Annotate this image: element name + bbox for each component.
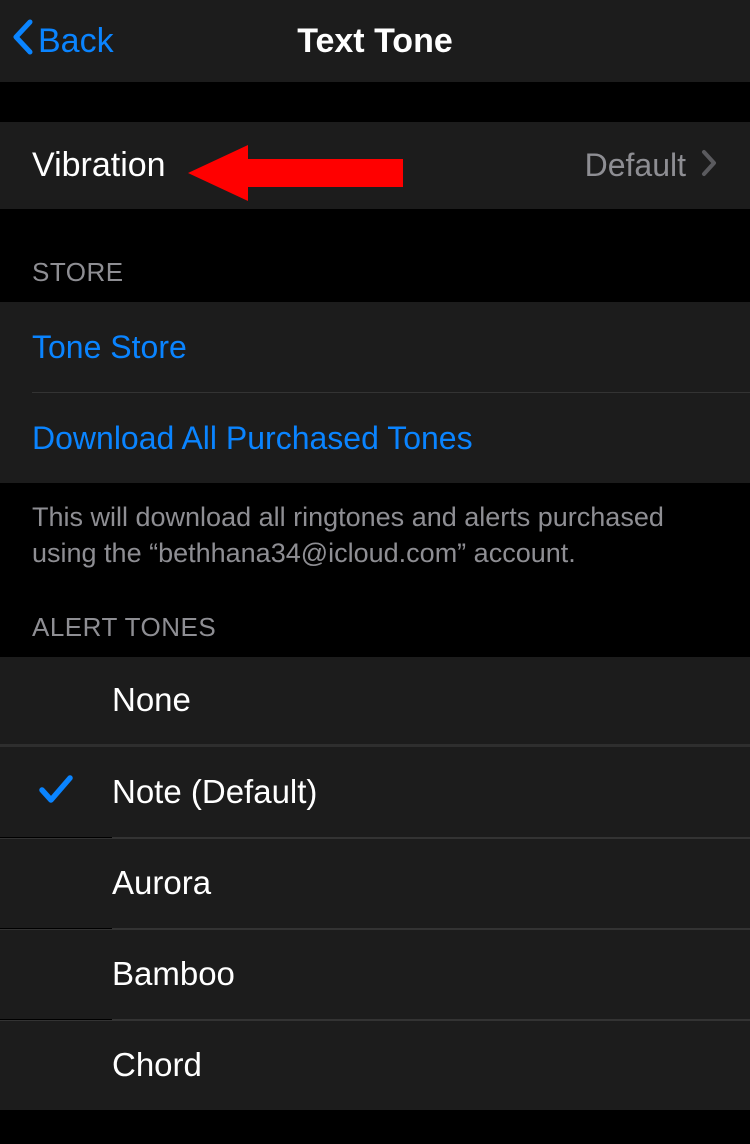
checkmark-icon xyxy=(38,772,74,811)
store-header: STORE xyxy=(0,209,750,302)
back-label: Back xyxy=(38,22,114,61)
tone-row-chord[interactable]: Chord xyxy=(0,1020,750,1110)
chevron-right-icon xyxy=(700,148,718,183)
tone-label: None xyxy=(112,681,718,719)
tone-row-note[interactable]: Note (Default) xyxy=(0,747,750,837)
navbar: Back Text Tone xyxy=(0,0,750,88)
store-group: Tone Store Download All Purchased Tones xyxy=(0,302,750,483)
tone-row-aurora[interactable]: Aurora xyxy=(0,838,750,928)
tone-row-bamboo[interactable]: Bamboo xyxy=(0,929,750,1019)
download-all-label: Download All Purchased Tones xyxy=(32,420,473,457)
tone-label: Bamboo xyxy=(112,955,718,993)
check-slot xyxy=(0,772,112,811)
store-footer: This will download all ringtones and ale… xyxy=(0,483,750,572)
tone-label: Note (Default) xyxy=(112,773,718,811)
vibration-row[interactable]: Vibration Default xyxy=(0,122,750,209)
tone-store-label: Tone Store xyxy=(32,329,187,366)
alert-tones-header: ALERT TONES xyxy=(0,572,750,657)
vibration-value: Default xyxy=(585,147,686,184)
chevron-left-icon xyxy=(10,18,34,65)
tone-store-row[interactable]: Tone Store xyxy=(0,302,750,392)
tone-label: Chord xyxy=(112,1046,718,1084)
tone-row-none[interactable]: None xyxy=(0,657,750,747)
back-button[interactable]: Back xyxy=(10,18,114,65)
tone-label: Aurora xyxy=(112,864,718,902)
alert-tones-group: None Note (Default) Aurora Bamboo Chord xyxy=(0,657,750,1110)
download-all-row[interactable]: Download All Purchased Tones xyxy=(0,393,750,483)
vibration-label: Vibration xyxy=(32,146,585,185)
